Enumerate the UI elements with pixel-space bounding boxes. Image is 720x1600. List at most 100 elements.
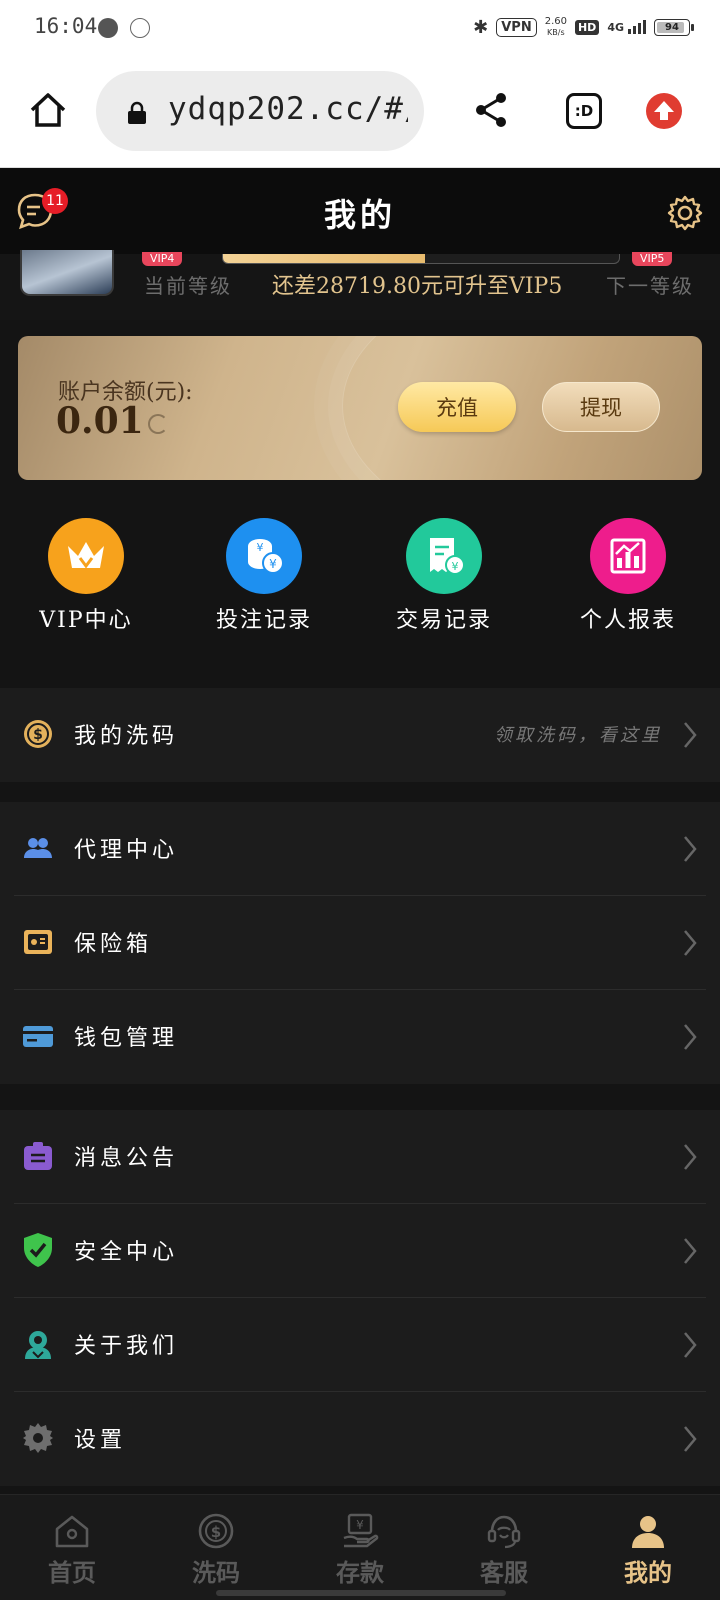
quick-bet-records[interactable]: ¥ ¥ 投注记录 — [184, 518, 344, 634]
vip-progress-bar — [222, 254, 620, 264]
nav-rebate[interactable]: $ 洗码 — [144, 1511, 288, 1588]
nav-label: 我的 — [624, 1558, 672, 1587]
url-bar[interactable]: ydqp202.cc/#/h — [96, 71, 424, 151]
quick-actions: VIP中心 ¥ ¥ 投注记录 ¥ 交易记录 个人报表 — [0, 500, 720, 676]
notice-icon — [24, 1142, 52, 1170]
chevron-right-icon — [684, 930, 697, 956]
vpn-indicator: VPN — [496, 17, 537, 37]
header-settings-button[interactable] — [666, 194, 704, 236]
vip-crown-icon — [48, 518, 124, 594]
gear-icon — [23, 1423, 53, 1453]
status-bar: 16:04 ✱ VPN 2.60 KB/s HD 4G 94 — [0, 0, 720, 56]
next-vip-badge: VIP5 — [632, 252, 673, 266]
upload-button[interactable] — [646, 93, 682, 129]
user-icon — [632, 1516, 664, 1548]
current-vip-badge: VIP4 — [142, 252, 183, 266]
nav-mine[interactable]: 我的 — [576, 1511, 720, 1588]
balance-value: 0.01 — [56, 400, 144, 442]
chart-icon — [590, 518, 666, 594]
share-icon — [476, 93, 506, 127]
quick-personal-report[interactable]: 个人报表 — [548, 518, 708, 634]
quick-transaction-records[interactable]: ¥ 交易记录 — [364, 518, 524, 634]
nav-deposit[interactable]: ¥ 存款 — [288, 1511, 432, 1588]
dollar-circle-icon: $ — [198, 1513, 234, 1549]
deposit-icon: ¥ — [343, 1513, 379, 1548]
refresh-icon[interactable] — [148, 414, 168, 434]
recharge-button[interactable]: 充值 — [398, 382, 516, 432]
vip-progress-strip: VIP4 VIP5 当前等级 还差28719.80元可升至VIP5 下一等级 — [0, 250, 720, 320]
browser-home-button[interactable] — [28, 90, 68, 130]
nav-home[interactable]: 首页 — [0, 1511, 144, 1588]
svg-text:$: $ — [33, 727, 43, 743]
svg-text:$: $ — [211, 1523, 221, 1541]
lightning-icon — [130, 18, 150, 38]
balance-card: 账户余额(元): 0.01 充值 提现 — [18, 336, 702, 480]
menu-item-about[interactable]: 关于我们 — [14, 1298, 706, 1392]
svg-text:¥: ¥ — [257, 541, 264, 554]
card-icon — [23, 1026, 53, 1047]
avatar[interactable] — [20, 250, 114, 296]
menu-item-label: 关于我们 — [74, 1334, 179, 1359]
quick-label: 个人报表 — [579, 608, 676, 633]
menu-item-rebate[interactable]: $ 我的洗码 领取洗码，看这里 — [14, 688, 706, 782]
coins-icon: ¥ ¥ — [226, 518, 302, 594]
rebate-section: $ 我的洗码 领取洗码，看这里 — [0, 688, 720, 782]
bluetooth-icon: ✱ — [473, 16, 489, 38]
app-notification-icon — [98, 18, 118, 38]
signal-icon: 4G — [607, 20, 646, 34]
nav-customer-service[interactable]: 客服 — [432, 1511, 576, 1588]
gesture-bar[interactable] — [216, 1590, 506, 1596]
nav-label: 客服 — [480, 1558, 528, 1587]
menu-item-wallet[interactable]: 钱包管理 — [14, 990, 706, 1084]
menu-item-settings[interactable]: 设置 — [14, 1392, 706, 1486]
arrow-up-icon — [654, 101, 674, 120]
bottom-nav: 首页 $ 洗码 ¥ 存款 客服 我的 — [0, 1494, 720, 1600]
users-icon — [24, 838, 52, 858]
lock-icon — [128, 101, 146, 124]
share-button[interactable] — [474, 92, 508, 132]
browser-toolbar: ydqp202.cc/#/h :D — [0, 56, 720, 168]
svg-text:¥: ¥ — [356, 1518, 364, 1532]
chevron-right-icon — [684, 722, 697, 748]
net-speed: 2.60 KB/s — [544, 16, 567, 37]
menu-item-label: 安全中心 — [74, 1240, 179, 1265]
menu-item-label: 设置 — [74, 1428, 127, 1453]
browser-mode-button[interactable]: :D — [566, 93, 602, 129]
coin-dollar-icon: $ — [24, 720, 52, 748]
receipt-icon: ¥ — [406, 518, 482, 594]
page-title: 我的 — [323, 196, 396, 234]
quick-vip-center[interactable]: VIP中心 — [6, 518, 166, 634]
menu-item-label: 消息公告 — [74, 1146, 179, 1171]
chevron-right-icon — [684, 1024, 697, 1050]
vip-progress-fill — [223, 254, 425, 263]
chevron-right-icon — [684, 1238, 697, 1264]
battery-icon: 94 — [654, 18, 694, 36]
menu-item-notice[interactable]: 消息公告 — [14, 1110, 706, 1204]
next-level-label: 下一等级 — [606, 274, 694, 298]
menu-item-security[interactable]: 安全中心 — [14, 1204, 706, 1298]
url-text: ydqp202.cc/#/h — [168, 91, 408, 127]
svg-text:¥: ¥ — [269, 557, 277, 571]
current-level-label: 当前等级 — [144, 274, 232, 298]
gear-icon — [667, 195, 703, 231]
chevron-right-icon — [684, 1144, 697, 1170]
nav-label: 洗码 — [192, 1558, 240, 1587]
nav-label: 首页 — [48, 1558, 96, 1587]
about-icon — [25, 1331, 51, 1359]
shield-check-icon — [24, 1233, 52, 1267]
menu-item-safe[interactable]: 保险箱 — [14, 896, 706, 990]
menu-item-agent[interactable]: 代理中心 — [14, 802, 706, 896]
home-icon — [30, 93, 66, 127]
menu-item-label: 我的洗码 — [74, 724, 179, 749]
menu-item-label: 钱包管理 — [74, 1026, 179, 1051]
nav-label: 存款 — [336, 1558, 384, 1587]
quick-label: 交易记录 — [395, 608, 492, 633]
withdraw-button[interactable]: 提现 — [542, 382, 660, 432]
chevron-right-icon — [684, 836, 697, 862]
chevron-right-icon — [684, 1426, 697, 1452]
info-section: 消息公告 安全中心 关于我们 设置 — [0, 1110, 720, 1486]
quick-label: VIP中心 — [39, 608, 133, 633]
status-time: 16:04 — [34, 14, 98, 38]
svg-text:¥: ¥ — [452, 560, 459, 573]
upgrade-hint: 还差28719.80元可升至VIP5 — [272, 274, 563, 299]
